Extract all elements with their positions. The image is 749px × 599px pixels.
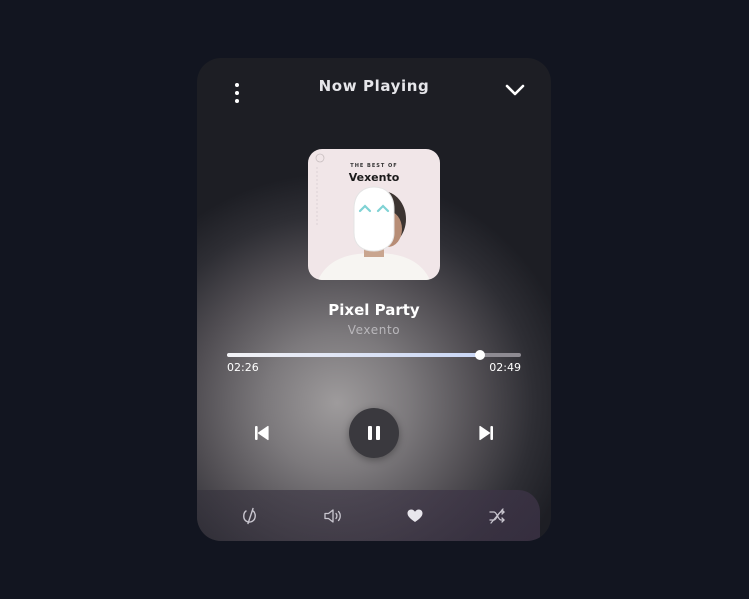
- page-title: Now Playing: [318, 77, 430, 95]
- shuffle-button[interactable]: [488, 507, 506, 525]
- progress-handle[interactable]: [474, 350, 485, 360]
- volume-button[interactable]: [323, 507, 343, 525]
- volume-icon: [324, 509, 341, 523]
- previous-button[interactable]: [253, 424, 271, 442]
- album-art: THE BEST OF Vexento: [308, 149, 440, 280]
- total-time: 02:49: [489, 361, 521, 374]
- repeat-button[interactable]: [241, 507, 259, 525]
- collapse-button[interactable]: [505, 82, 525, 98]
- heart-icon: [407, 509, 423, 522]
- player-card: Now Playing THE BEST OF Vexento Pixel Pa…: [197, 58, 551, 541]
- skip-previous-icon: [255, 425, 269, 441]
- favorite-button[interactable]: [406, 507, 424, 525]
- pause-button[interactable]: [349, 408, 399, 458]
- pause-icon: [368, 426, 380, 440]
- current-time: 02:26: [227, 361, 259, 374]
- skip-next-icon: [479, 425, 493, 441]
- bottom-toolbar: [197, 490, 540, 541]
- player-header: Now Playing: [197, 58, 551, 118]
- repeat-off-icon: [243, 507, 256, 525]
- song-artist: Vexento: [347, 323, 401, 337]
- album-cover-figure: [315, 153, 430, 280]
- next-button[interactable]: [477, 424, 495, 442]
- progress-bar[interactable]: [227, 350, 521, 360]
- progress-fill: [227, 353, 480, 357]
- chevron-down-icon: [505, 84, 525, 96]
- song-title: Pixel Party: [328, 301, 420, 319]
- shuffle-off-icon: [489, 508, 505, 524]
